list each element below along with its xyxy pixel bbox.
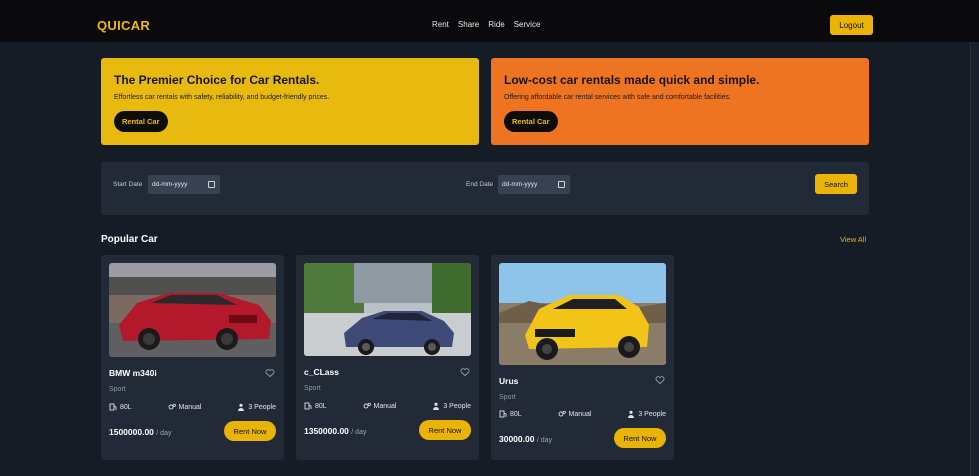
heart-icon[interactable]	[655, 375, 665, 385]
banner-subtitle: Effortless car rentals with safety, reli…	[114, 94, 330, 101]
car-specs: 80L Manual 3 People	[304, 402, 471, 410]
banner-title: Low-cost car rentals made quick and simp…	[504, 73, 760, 87]
popular-car-heading: Popular Car	[101, 234, 158, 245]
transmission-spec: Manual	[168, 403, 202, 411]
page-scrollbar[interactable]	[970, 42, 979, 476]
car-price: 30000.00 / day	[499, 434, 552, 444]
car-type: Sport	[109, 386, 126, 393]
rental-car-button[interactable]: Rental Car	[114, 111, 168, 132]
view-all-link[interactable]: View All	[840, 235, 866, 244]
car-photo-urus	[499, 263, 666, 365]
nav-link-share[interactable]: Share	[458, 20, 479, 29]
date-search-panel: Start Date dd-mm-yyyy End Date dd-mm-yyy…	[101, 162, 869, 215]
capacity-spec: 3 People	[432, 402, 471, 410]
promo-banner-premier: The Premier Choice for Car Rentals. Effo…	[101, 58, 479, 145]
capacity-spec: 3 People	[237, 403, 276, 411]
nav-link-service[interactable]: Service	[514, 20, 541, 29]
car-price: 1500000.00 / day	[109, 427, 171, 437]
capacity-value: 3 People	[638, 410, 666, 418]
transmission-spec: Manual	[363, 402, 397, 410]
rent-now-button[interactable]: Rent Now	[419, 420, 471, 440]
transmission-spec: Manual	[558, 410, 592, 418]
price-unit: / day	[536, 437, 553, 444]
fuel-pump-icon	[109, 403, 117, 411]
car-name: c_CLass	[304, 367, 339, 377]
heart-icon[interactable]	[460, 367, 470, 377]
promo-banner-low-cost: Low-cost car rentals made quick and simp…	[491, 58, 869, 145]
gears-icon	[363, 402, 371, 409]
brand-logo[interactable]: QUICAR	[97, 18, 150, 33]
capacity-value: 3 People	[443, 402, 471, 410]
price-value: 1350000.00	[304, 426, 349, 436]
price-value: 1500000.00	[109, 427, 154, 437]
car-card-bmw[interactable]: BMW m340i Sport 80L Manual 3 People 1500…	[101, 255, 284, 460]
banner-title: The Premier Choice for Car Rentals.	[114, 73, 320, 87]
person-icon	[238, 403, 245, 411]
rent-now-button[interactable]: Rent Now	[224, 421, 276, 441]
person-icon	[433, 402, 440, 410]
calendar-icon[interactable]	[208, 181, 215, 188]
start-date-placeholder: dd-mm-yyyy	[152, 181, 188, 188]
car-type: Sport	[499, 394, 516, 401]
car-card-c-class[interactable]: c_CLass Sport 80L Manual 3 People 135000…	[296, 255, 479, 460]
fuel-spec: 80L	[109, 403, 132, 411]
start-date-label: Start Date	[113, 181, 143, 188]
search-button[interactable]: Search	[815, 174, 857, 194]
banner-subtitle: Offering affordable car rental services …	[504, 94, 731, 101]
end-date-label: End Date	[466, 181, 494, 188]
transmission-value: Manual	[568, 410, 592, 418]
nav-link-ride[interactable]: Ride	[488, 20, 504, 29]
capacity-value: 3 People	[248, 403, 276, 411]
gears-icon	[168, 403, 176, 410]
gears-icon	[558, 410, 566, 417]
rental-car-button[interactable]: Rental Car	[504, 111, 558, 132]
end-date-placeholder: dd-mm-yyyy	[502, 181, 538, 188]
car-specs: 80L Manual 3 People	[499, 410, 666, 418]
person-icon	[628, 410, 635, 418]
heart-icon[interactable]	[265, 368, 275, 378]
logout-button[interactable]: Logout	[830, 15, 873, 35]
end-date-input[interactable]: dd-mm-yyyy	[498, 175, 570, 194]
car-name: BMW m340i	[109, 368, 157, 378]
car-type: Sport	[304, 385, 321, 392]
start-date-input[interactable]: dd-mm-yyyy	[148, 175, 220, 194]
car-card-urus[interactable]: Urus Sport 80L Manual 3 People 30000.00 …	[491, 255, 674, 460]
price-unit: / day	[351, 429, 367, 436]
price-value: 30000.00	[499, 434, 535, 444]
main-nav: Rent Share Ride Service	[432, 20, 540, 29]
fuel-value: 80L	[120, 403, 132, 411]
fuel-value: 80L	[315, 402, 327, 410]
car-photo-bmw	[109, 263, 276, 357]
fuel-pump-icon	[304, 402, 312, 410]
calendar-icon[interactable]	[558, 181, 565, 188]
nav-link-rent[interactable]: Rent	[432, 20, 449, 29]
transmission-value: Manual	[178, 403, 202, 411]
car-photo-c-class	[304, 263, 471, 356]
rent-now-button[interactable]: Rent Now	[614, 428, 666, 448]
fuel-spec: 80L	[499, 410, 522, 418]
car-price: 1350000.00 / day	[304, 426, 366, 436]
car-specs: 80L Manual 3 People	[109, 403, 276, 411]
fuel-value: 80L	[510, 410, 522, 418]
fuel-spec: 80L	[304, 402, 327, 410]
fuel-pump-icon	[499, 410, 507, 418]
car-name: Urus	[499, 376, 519, 386]
top-navbar: QUICAR Rent Share Ride Service Logout	[0, 0, 979, 42]
capacity-spec: 3 People	[627, 410, 666, 418]
price-unit: / day	[156, 430, 172, 437]
transmission-value: Manual	[373, 402, 397, 410]
